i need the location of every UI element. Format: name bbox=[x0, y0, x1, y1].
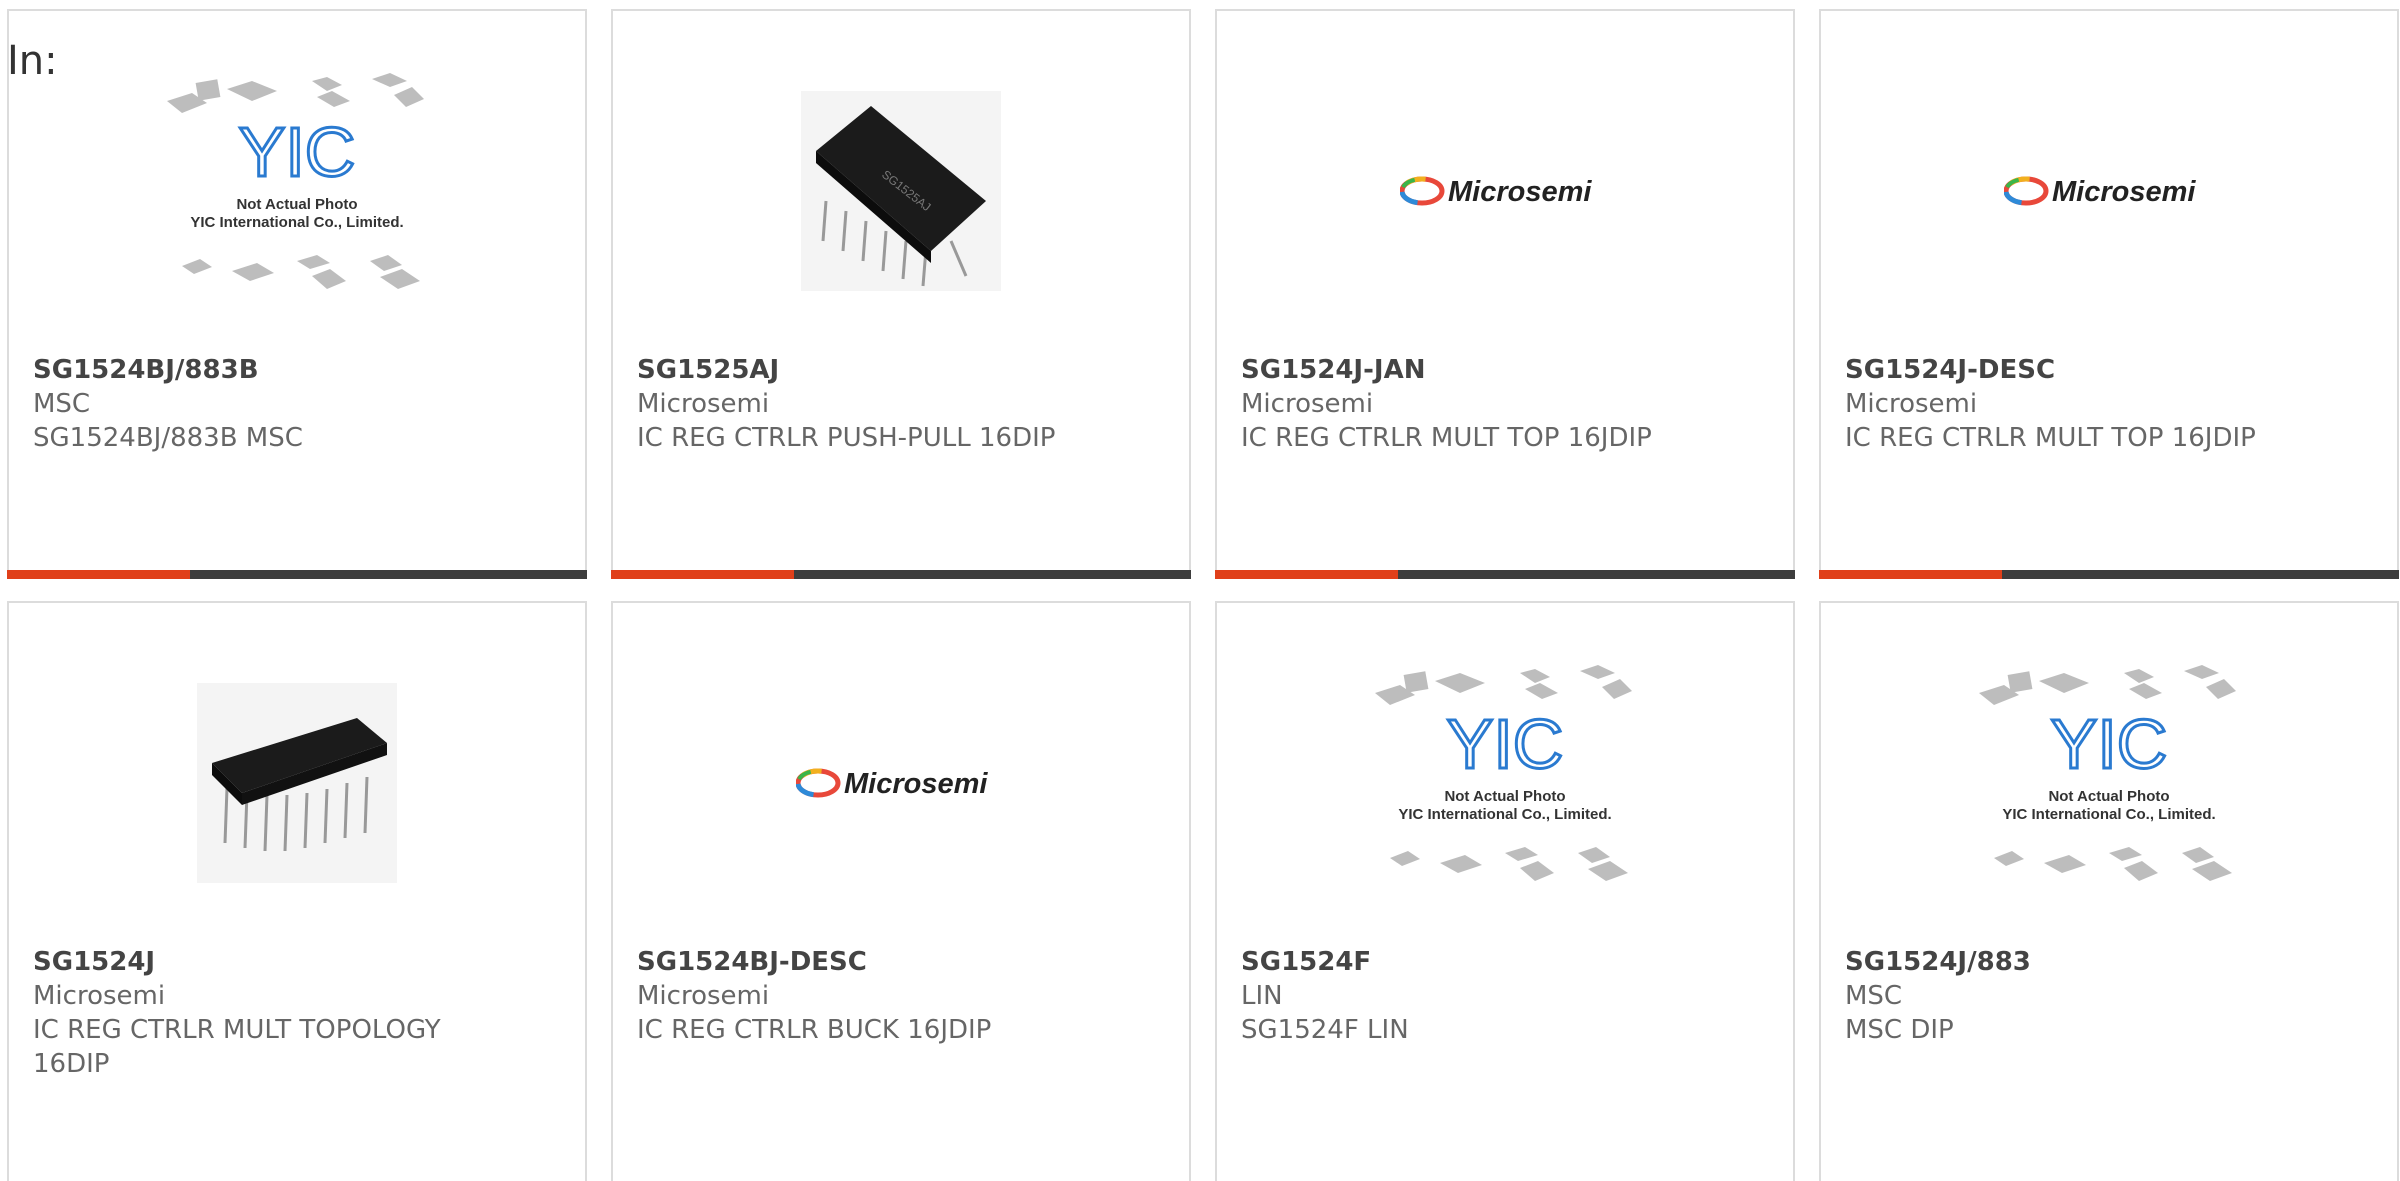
product-card[interactable]: Microsemi SG1524BJ-DESC Microsemi IC REG… bbox=[611, 601, 1191, 1181]
manufacturer: Microsemi bbox=[1241, 389, 1374, 419]
product-card[interactable]: SG1524J Microsemi IC REG CTRLR MULT TOPO… bbox=[7, 601, 587, 1181]
card-accent-bar bbox=[7, 570, 190, 579]
microsemi-logo-text: Microsemi bbox=[844, 768, 988, 800]
dip-chip-photo: SG1525AJ bbox=[801, 91, 1001, 291]
description: SG1524F LIN bbox=[1241, 1015, 1409, 1045]
dip-chip-photo bbox=[197, 683, 397, 883]
product-info: SG1525AJ Microsemi IC REG CTRLR PUSH-PUL… bbox=[637, 353, 1165, 455]
part-number[interactable]: SG1524J/883 bbox=[1845, 945, 2373, 979]
product-image[interactable]: YIC Not Actual Photo YIC International C… bbox=[9, 73, 585, 291]
microsemi-logo: Microsemi bbox=[796, 768, 988, 800]
description: IC REG CTRLR MULT TOP 16JDIP bbox=[1845, 423, 2256, 453]
card-footer-bar bbox=[7, 570, 587, 579]
description: IC REG CTRLR MULT TOPOLOGY 16DIP bbox=[33, 1015, 441, 1079]
card-accent-bar bbox=[611, 570, 794, 579]
manufacturer: Microsemi bbox=[33, 981, 166, 1011]
part-number[interactable]: SG1525AJ bbox=[637, 353, 1165, 387]
product-info: SG1524BJ/883B MSC SG1524BJ/883B MSC bbox=[33, 353, 561, 455]
yic-placeholder-image: YIC Not Actual Photo YIC International C… bbox=[167, 73, 424, 289]
product-info: SG1524J Microsemi IC REG CTRLR MULT TOPO… bbox=[33, 945, 561, 1081]
microsemi-logo-text: Microsemi bbox=[1448, 176, 1592, 208]
manufacturer: LIN bbox=[1241, 981, 1283, 1011]
placeholder-line2: YIC International Co., Limited. bbox=[2002, 806, 2215, 823]
card-footer-bar bbox=[611, 570, 1191, 579]
part-number[interactable]: SG1524BJ/883B bbox=[33, 353, 561, 387]
placeholder-line2: YIC International Co., Limited. bbox=[1398, 806, 1611, 823]
product-image[interactable]: Microsemi bbox=[1217, 91, 1793, 291]
manufacturer: Microsemi bbox=[1845, 389, 1978, 419]
product-card[interactable]: YIC Not Actual Photo YIC International C… bbox=[1215, 601, 1795, 1181]
description: SG1524BJ/883B MSC bbox=[33, 423, 303, 453]
product-image[interactable]: Microsemi bbox=[613, 683, 1189, 883]
description: IC REG CTRLR PUSH-PULL 16DIP bbox=[637, 423, 1056, 453]
product-card[interactable]: YIC Not Actual Photo YIC International C… bbox=[7, 9, 587, 579]
product-card[interactable]: Microsemi SG1524J-DESC Microsemi IC REG … bbox=[1819, 9, 2399, 579]
placeholder-line1: Not Actual Photo bbox=[236, 196, 357, 213]
product-info: SG1524BJ-DESC Microsemi IC REG CTRLR BUC… bbox=[637, 945, 1165, 1047]
part-number[interactable]: SG1524BJ-DESC bbox=[637, 945, 1165, 979]
manufacturer: Microsemi bbox=[637, 981, 770, 1011]
description: MSC DIP bbox=[1845, 1015, 1954, 1045]
part-number[interactable]: SG1524F bbox=[1241, 945, 1769, 979]
product-image[interactable]: Microsemi bbox=[1821, 91, 2397, 291]
product-card[interactable]: SG1525AJ SG1525AJ Microsemi IC REG CTRLR… bbox=[611, 9, 1191, 579]
manufacturer: MSC bbox=[1845, 981, 1903, 1011]
product-card[interactable]: Microsemi SG1524J-JAN Microsemi IC REG C… bbox=[1215, 9, 1795, 579]
description: IC REG CTRLR BUCK 16JDIP bbox=[637, 1015, 992, 1045]
product-info: SG1524J/883 MSC MSC DIP bbox=[1845, 945, 2373, 1047]
card-accent-bar bbox=[1819, 570, 2002, 579]
product-card[interactable]: YIC Not Actual Photo YIC International C… bbox=[1819, 601, 2399, 1181]
card-accent-bar bbox=[1215, 570, 1398, 579]
placeholder-line2: YIC International Co., Limited. bbox=[190, 214, 403, 231]
product-info: SG1524J-DESC Microsemi IC REG CTRLR MULT… bbox=[1845, 353, 2373, 455]
card-footer-bar bbox=[1819, 570, 2399, 579]
yic-logo-text: YIC bbox=[239, 113, 356, 191]
filter-label: In: bbox=[7, 38, 58, 84]
manufacturer: MSC bbox=[33, 389, 91, 419]
part-number[interactable]: SG1524J-DESC bbox=[1845, 353, 2373, 387]
microsemi-logo-text: Microsemi bbox=[2052, 176, 2196, 208]
product-info: SG1524J-JAN Microsemi IC REG CTRLR MULT … bbox=[1241, 353, 1769, 455]
yic-placeholder-image: YIC Not Actual Photo YIC International C… bbox=[1979, 665, 2236, 881]
yic-placeholder-image: YIC Not Actual Photo YIC International C… bbox=[1375, 665, 1632, 881]
placeholder-line1: Not Actual Photo bbox=[2048, 788, 2169, 805]
product-image[interactable] bbox=[9, 683, 585, 883]
part-number[interactable]: SG1524J-JAN bbox=[1241, 353, 1769, 387]
yic-logo-text: YIC bbox=[2051, 705, 2168, 783]
placeholder-line1: Not Actual Photo bbox=[1444, 788, 1565, 805]
microsemi-logo: Microsemi bbox=[1400, 176, 1592, 208]
part-number[interactable]: SG1524J bbox=[33, 945, 561, 979]
manufacturer: Microsemi bbox=[637, 389, 770, 419]
microsemi-logo: Microsemi bbox=[2004, 176, 2196, 208]
description: IC REG CTRLR MULT TOP 16JDIP bbox=[1241, 423, 1652, 453]
product-image[interactable]: YIC Not Actual Photo YIC International C… bbox=[1821, 665, 2397, 883]
product-grid: YIC Not Actual Photo YIC International C… bbox=[7, 9, 2400, 1181]
product-info: SG1524F LIN SG1524F LIN bbox=[1241, 945, 1769, 1047]
product-image[interactable]: SG1525AJ bbox=[613, 91, 1189, 291]
yic-logo-text: YIC bbox=[1447, 705, 1564, 783]
card-footer-bar bbox=[1215, 570, 1795, 579]
product-image[interactable]: YIC Not Actual Photo YIC International C… bbox=[1217, 665, 1793, 883]
